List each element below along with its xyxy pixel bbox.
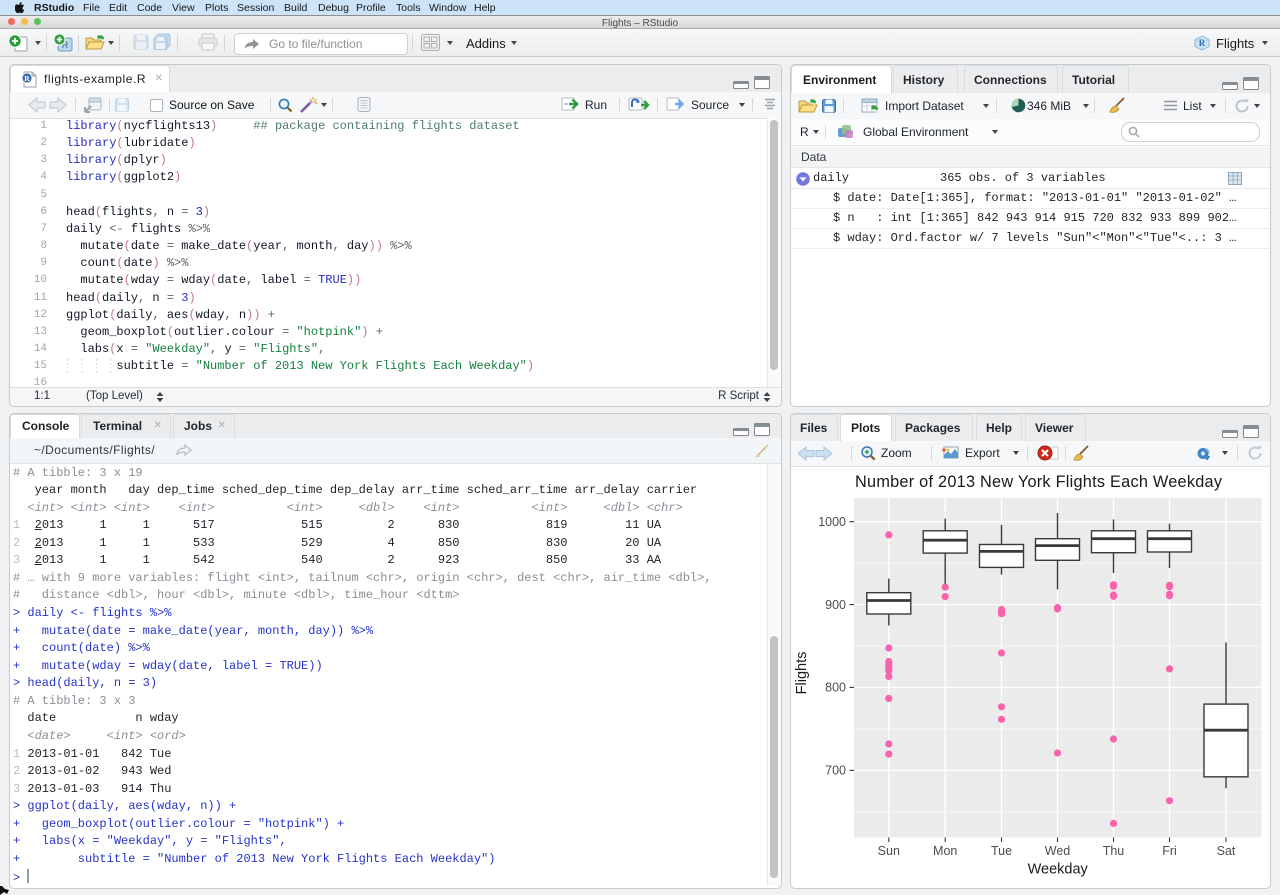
svg-text:Wed: Wed bbox=[1045, 844, 1071, 858]
svg-text:Number of 2013 New York Flight: Number of 2013 New York Flights Each Wee… bbox=[855, 473, 1223, 491]
svg-text:Mon: Mon bbox=[933, 844, 957, 858]
svg-text:Sun: Sun bbox=[878, 844, 900, 858]
svg-text:R: R bbox=[24, 74, 30, 83]
svg-text:Thu: Thu bbox=[1103, 844, 1125, 858]
svg-text:Fri: Fri bbox=[1162, 844, 1177, 858]
svg-text:900: 900 bbox=[825, 598, 846, 612]
svg-text:Flights: Flights bbox=[794, 652, 810, 695]
svg-text:700: 700 bbox=[825, 764, 846, 778]
svg-text:Sat: Sat bbox=[1217, 844, 1236, 858]
svg-text:Weekday: Weekday bbox=[1028, 862, 1089, 878]
svg-text:1000: 1000 bbox=[818, 515, 846, 529]
svg-text:800: 800 bbox=[825, 681, 846, 695]
svg-text:Tue: Tue bbox=[991, 844, 1012, 858]
svg-text:R: R bbox=[1199, 38, 1206, 48]
